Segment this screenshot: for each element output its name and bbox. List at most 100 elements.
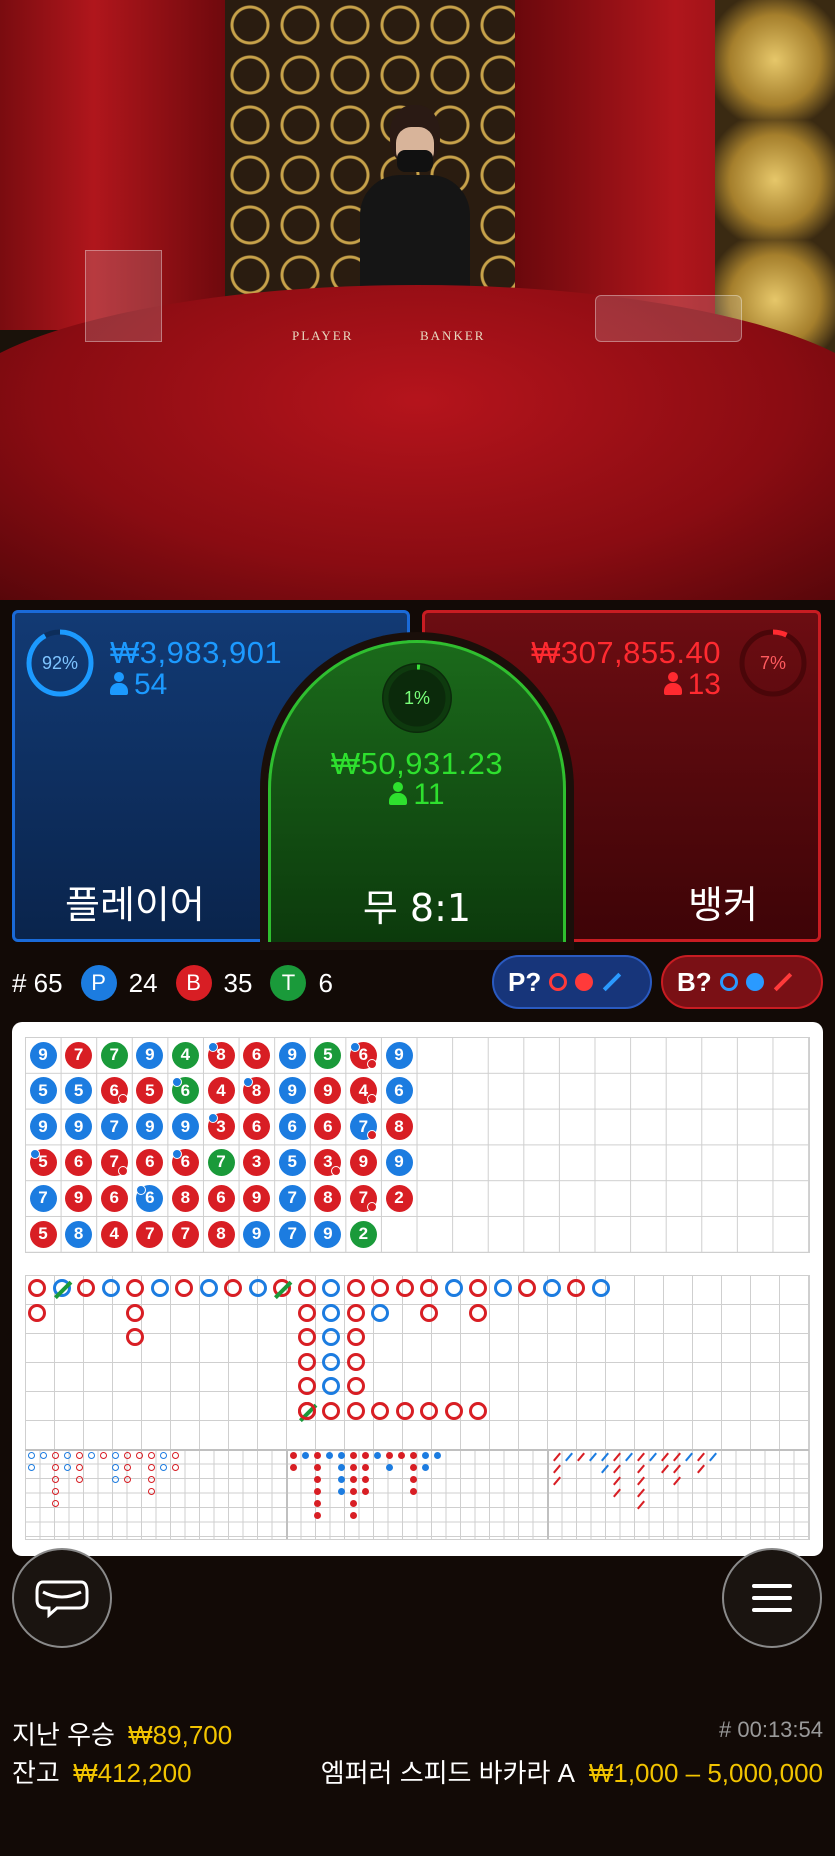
- bead-road-result: 6: [100, 1077, 128, 1105]
- bead-road-result: 3: [243, 1148, 271, 1176]
- bead-road-result: 9: [385, 1041, 413, 1069]
- big-eye-mark: [112, 1452, 119, 1459]
- bead-road-result: 9: [243, 1184, 271, 1212]
- big-eye-mark: [64, 1464, 71, 1471]
- small-road-mark: [410, 1452, 417, 1459]
- small-road-mark: [386, 1452, 393, 1459]
- bead-road-result: 9: [65, 1113, 93, 1141]
- big-road-result: [469, 1401, 487, 1420]
- bead-road-result: 7: [207, 1148, 235, 1176]
- big-road-result: [150, 1279, 169, 1297]
- small-road-mark: [290, 1452, 297, 1459]
- big-road-result: [420, 1303, 438, 1322]
- tie-percent-ring: 1%: [382, 663, 452, 733]
- big-eye-mark: [28, 1452, 35, 1459]
- banker-bet-amount: ₩307,855.40: [531, 635, 721, 670]
- big-eye-mark: [112, 1476, 119, 1483]
- small-road-mark: [314, 1512, 321, 1519]
- big-road-result: [444, 1401, 463, 1420]
- big-road-result: [322, 1328, 340, 1346]
- player-win-count: 24: [128, 967, 158, 998]
- bead-road-result: 9: [314, 1220, 342, 1248]
- small-road-mark: [302, 1452, 309, 1459]
- big-road-result: [346, 1401, 365, 1420]
- big-road-result: [322, 1401, 340, 1420]
- bead-road-result: 8: [171, 1184, 199, 1212]
- bead-road-result: 7: [349, 1113, 377, 1141]
- balance-label: 잔고: [12, 1758, 60, 1788]
- menu-button[interactable]: [722, 1548, 822, 1648]
- small-road-red-icon: [575, 973, 594, 991]
- bead-road-result: 8: [207, 1220, 235, 1248]
- bead-road-result: 8: [65, 1220, 93, 1248]
- big-eye-mark: [112, 1464, 119, 1471]
- small-road-mark: [422, 1464, 429, 1471]
- bead-road-result: 5: [29, 1148, 57, 1176]
- cockroach-blue-icon: [603, 972, 622, 992]
- small-road-mark: [350, 1512, 357, 1519]
- bead-road-result: 6: [278, 1113, 306, 1141]
- big-road-result: [518, 1279, 536, 1297]
- table-limits: ₩1,000 – 5,000,000: [588, 1758, 823, 1788]
- bead-road-result: 4: [207, 1077, 235, 1105]
- bet-spot-tie[interactable]: 1% ₩50,931.23 11 무 8:1: [268, 640, 566, 942]
- player-bettor-count: 54: [110, 668, 167, 702]
- bead-road-result: 6: [349, 1041, 377, 1069]
- big-eye-mark: [160, 1464, 167, 1471]
- bead-road-result: 6: [136, 1148, 164, 1176]
- player-badge: P: [80, 965, 117, 1001]
- big-eye-mark: [28, 1464, 35, 1471]
- big-road-result: [126, 1279, 144, 1297]
- big-road-result: [297, 1328, 316, 1346]
- small-road-mark: [338, 1452, 345, 1459]
- bead-road-result: 4: [100, 1220, 128, 1248]
- small-road-mark: [410, 1464, 417, 1471]
- person-icon: [110, 672, 128, 696]
- roadmap-panel[interactable]: 9595757596987677649596674696878437686863…: [12, 1022, 823, 1556]
- bead-road-result: 5: [278, 1148, 306, 1176]
- bead-road-result: 7: [136, 1220, 164, 1248]
- big-eye-mark: [124, 1452, 131, 1459]
- big-eye-mark: [148, 1488, 155, 1495]
- big-road-result: [273, 1279, 293, 1299]
- divider: [25, 1449, 809, 1451]
- round-number: # 65: [12, 967, 63, 998]
- big-road-result: [52, 1279, 72, 1299]
- bead-road-result: 7: [278, 1184, 306, 1212]
- bead-road-result: 2: [385, 1184, 413, 1212]
- tie-badge: T: [270, 965, 307, 1001]
- big-road: [25, 1275, 810, 1450]
- bead-road-result: 9: [29, 1113, 57, 1141]
- big-eye-mark: [124, 1476, 131, 1483]
- chat-button[interactable]: [12, 1548, 112, 1648]
- big-eye-mark: [172, 1464, 179, 1471]
- big-road-result: [371, 1303, 389, 1322]
- game-id: # 00:13:54: [719, 1717, 823, 1742]
- bead-road-result: 7: [100, 1113, 128, 1141]
- big-road-result: [199, 1279, 218, 1297]
- small-road-mark: [314, 1488, 321, 1495]
- bead-road-result: 9: [278, 1041, 306, 1069]
- big-road-result: [420, 1401, 438, 1420]
- table-info: 엠퍼러 스피드 바카라 A ₩1,000 – 5,000,000: [321, 1753, 823, 1790]
- bead-road-result: 9: [29, 1041, 57, 1069]
- bead-road-result: 7: [278, 1220, 306, 1248]
- big-road-result: [420, 1279, 438, 1297]
- bead-road-result: 6: [243, 1113, 271, 1141]
- big-eye-red-icon: [549, 973, 568, 991]
- banker-prediction-button[interactable]: B?: [661, 955, 823, 1009]
- big-road-result: [126, 1303, 144, 1322]
- card-shoe: [595, 295, 742, 342]
- big-eye-mark: [76, 1476, 83, 1483]
- bead-road-result: 5: [29, 1220, 57, 1248]
- banker-bettor-count: 13: [663, 668, 721, 702]
- last-win: 지난 우승 ₩89,700: [12, 1715, 232, 1752]
- big-road-result: [542, 1279, 561, 1297]
- person-icon: [389, 782, 408, 806]
- small-road-mark: [410, 1476, 417, 1483]
- small-road-mark: [434, 1452, 441, 1459]
- bead-road-result: 6: [171, 1148, 199, 1176]
- big-road-result: [346, 1303, 365, 1322]
- player-prediction-button[interactable]: P?: [492, 955, 652, 1009]
- chat-icon: [35, 1580, 89, 1618]
